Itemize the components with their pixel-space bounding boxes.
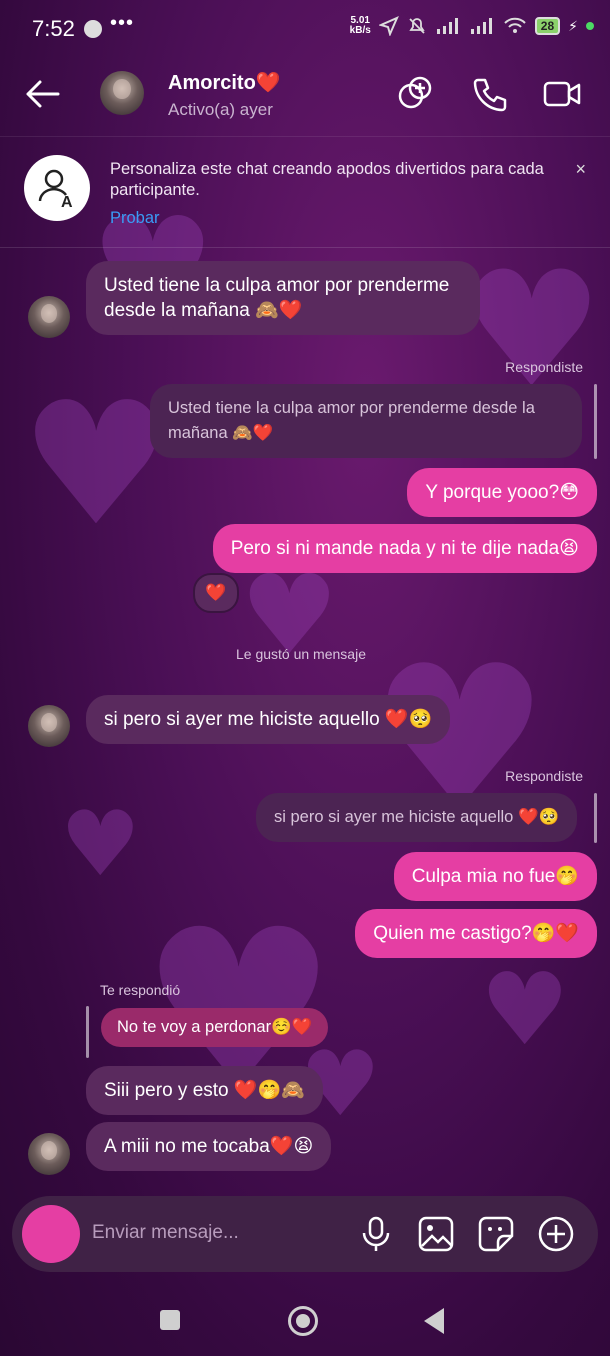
incoming-message[interactable]: Siii pero y esto ❤️🤭🙈 bbox=[86, 1066, 323, 1115]
incoming-message[interactable]: A miii no me tocaba❤️😫 bbox=[86, 1122, 332, 1171]
quoted-message[interactable]: Usted tiene la culpa amor por prenderme … bbox=[150, 384, 582, 458]
message-composer: Enviar mensaje... bbox=[12, 1196, 598, 1272]
signal-icon bbox=[436, 18, 458, 34]
incoming-message[interactable]: si pero si ayer me hiciste aquello ❤️🥺 bbox=[86, 695, 451, 744]
outgoing-message[interactable]: Pero si ni mande nada y ni te dije nada😫 bbox=[212, 524, 597, 573]
back-arrow-icon[interactable] bbox=[22, 74, 62, 114]
contact-name[interactable]: Amorcito❤️ bbox=[168, 70, 281, 95]
quote-bar bbox=[594, 384, 597, 459]
nav-back-icon[interactable] bbox=[424, 1308, 444, 1334]
microphone-icon[interactable] bbox=[356, 1214, 396, 1254]
quoted-message[interactable]: si pero si ayer me hiciste aquello ❤️🥺 bbox=[256, 793, 578, 842]
network-speed: 5.01 kB/s bbox=[350, 16, 371, 36]
image-icon[interactable] bbox=[416, 1214, 456, 1254]
sticker-icon[interactable] bbox=[476, 1214, 516, 1254]
net-speed-unit: kB/s bbox=[349, 25, 371, 36]
incoming-message[interactable]: Usted tiene la culpa amor por prenderme … bbox=[86, 261, 480, 335]
contact-status: Activo(a) ayer bbox=[168, 100, 273, 119]
status-bar: 7:52 ••• 5.01 kB/s 28 ⚡ bbox=[0, 0, 610, 60]
they-replied-label: Te respondió bbox=[100, 982, 181, 998]
outgoing-message[interactable]: Culpa mia no fue🤭 bbox=[393, 852, 597, 901]
signal-2-icon bbox=[470, 18, 492, 34]
phone-icon[interactable] bbox=[470, 74, 510, 114]
sender-avatar[interactable] bbox=[28, 296, 70, 338]
try-link[interactable]: Probar bbox=[110, 209, 160, 228]
contact-name-text: Amorcito bbox=[168, 72, 256, 94]
message-input[interactable]: Enviar mensaje... bbox=[92, 1222, 239, 1244]
sender-avatar[interactable] bbox=[28, 705, 70, 747]
contact-avatar[interactable] bbox=[100, 71, 144, 115]
notification-dot-icon bbox=[84, 20, 102, 38]
nickname-banner: A Personaliza este chat creando apodos d… bbox=[0, 136, 610, 248]
charging-icon: ⚡ bbox=[568, 17, 578, 34]
more-notifications-icon: ••• bbox=[110, 12, 135, 34]
home-icon[interactable] bbox=[288, 1306, 318, 1336]
quote-bar bbox=[594, 793, 597, 843]
banner-text: Personaliza este chat creando apodos div… bbox=[110, 160, 544, 199]
liked-notice: Le gustó un mensaje bbox=[236, 646, 366, 662]
contact-name-heart: ❤️ bbox=[255, 72, 281, 94]
recents-icon[interactable] bbox=[160, 1310, 180, 1330]
add-nickname-icon: A bbox=[24, 155, 90, 221]
quote-bar bbox=[86, 1006, 89, 1058]
wifi-icon bbox=[504, 17, 526, 33]
status-indicators: 5.01 kB/s 28 ⚡ bbox=[350, 16, 594, 36]
reply-label: Respondiste bbox=[505, 359, 583, 375]
system-nav-bar bbox=[0, 1290, 610, 1356]
close-icon[interactable]: × bbox=[575, 159, 586, 180]
video-camera-icon[interactable] bbox=[542, 74, 582, 114]
active-dot-icon bbox=[586, 22, 594, 30]
reply-label: Respondiste bbox=[505, 768, 583, 784]
add-people-icon[interactable] bbox=[396, 74, 436, 114]
status-time: 7:52 bbox=[32, 16, 75, 41]
quoted-outgoing-message[interactable]: No te voy a perdonar☺️❤️ bbox=[101, 1008, 329, 1047]
battery-level: 28 bbox=[534, 17, 561, 35]
outgoing-message[interactable]: Y porque yooo?😳 bbox=[407, 468, 597, 517]
location-icon bbox=[378, 16, 399, 36]
sender-avatar[interactable] bbox=[28, 1133, 70, 1175]
plus-icon[interactable] bbox=[536, 1214, 576, 1254]
outgoing-message[interactable]: Quien me castigo?🤭❤️ bbox=[355, 909, 597, 958]
mute-icon bbox=[409, 18, 425, 34]
camera-icon[interactable] bbox=[22, 1205, 80, 1263]
svg-text:A: A bbox=[61, 194, 73, 211]
reaction-badge[interactable]: ❤️ bbox=[193, 573, 239, 613]
chat-header: Amorcito❤️ Activo(a) ayer bbox=[0, 62, 610, 134]
